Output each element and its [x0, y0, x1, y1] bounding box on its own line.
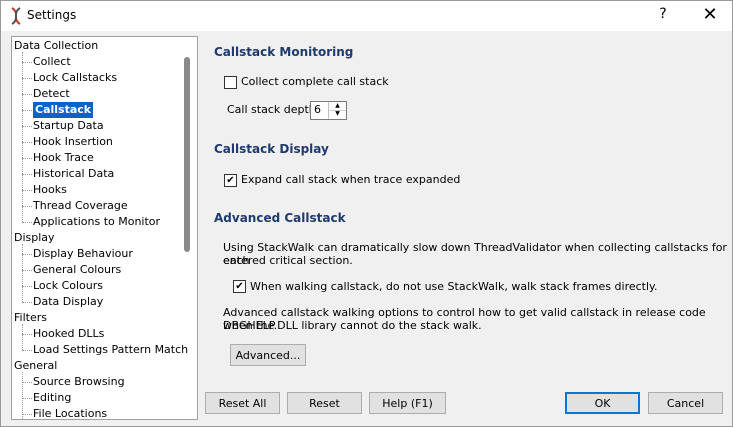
tree-connector-line [22, 244, 23, 302]
tree-connector-line [22, 302, 32, 303]
ok-button[interactable]: OK [565, 392, 640, 414]
no-stackwalk-checkbox[interactable]: ✔ [233, 280, 246, 293]
tree-connector-line [22, 158, 32, 159]
call-stack-depth-spinner[interactable]: 6 ▲ ▼ [310, 101, 347, 120]
tree-connector-line [22, 110, 32, 111]
help-question-button[interactable]: ? [655, 6, 671, 24]
reset-all-button[interactable]: Reset All [205, 392, 280, 414]
tree-item-historical-data[interactable]: Historical Data [33, 166, 114, 182]
tree-item-editing[interactable]: Editing [33, 390, 71, 406]
help-button[interactable]: Help (F1) [369, 392, 446, 414]
callstack-display-heading: Callstack Display [214, 142, 329, 156]
tree-connector-line [22, 222, 32, 223]
expand-call-stack-label: Expand call stack when trace expanded [241, 173, 461, 186]
tree-connector-line [22, 382, 32, 383]
advanced-callstack-heading: Advanced Callstack [214, 211, 346, 225]
settings-tree[interactable]: Data Collection Collect Lock Callstacks Det… [11, 36, 198, 420]
advanced-button[interactable]: Advanced... [230, 344, 306, 366]
tree-connector-line [22, 190, 32, 191]
tree-item-hooked-dlls[interactable]: Hooked DLLs [33, 326, 104, 342]
tree-connector-line [22, 174, 32, 175]
tree-connector-line [22, 324, 23, 350]
callstack-monitoring-heading: Callstack Monitoring [214, 45, 354, 59]
tree-connector-line [22, 270, 32, 271]
tree-scrollbar-thumb[interactable] [184, 57, 190, 252]
tree-connector-line [22, 398, 32, 399]
stackwalk-description-line2: entered critical section. [223, 254, 353, 267]
tree-item-lock-colours[interactable]: Lock Colours [33, 278, 103, 294]
tree-connector-line [22, 206, 32, 207]
tree-item-source-browsing[interactable]: Source Browsing [33, 374, 125, 390]
tree-category-filters[interactable]: Filters [14, 310, 47, 326]
tree-item-hooks[interactable]: Hooks [33, 182, 67, 198]
advanced-options-description-line2: DBGHELP.DLL library cannot do the stack … [223, 319, 482, 332]
title-bar: Settings ? ✕ [1, 1, 732, 31]
settings-window: Settings ? ✕ Data Collection Collect Lock … [0, 0, 733, 427]
window-title: Settings [27, 8, 77, 22]
tree-item-applications-to-monitor[interactable]: Applications to Monitor [33, 214, 160, 230]
tree-connector-line [22, 62, 32, 63]
tree-connector-line [22, 254, 32, 255]
tree-item-general-colours[interactable]: General Colours [33, 262, 121, 278]
tree-item-collect[interactable]: Collect [33, 54, 71, 70]
tree-connector-line [22, 350, 32, 351]
tree-connector-line [22, 372, 23, 419]
tree-connector-line [22, 94, 32, 95]
tree-item-thread-coverage[interactable]: Thread Coverage [33, 198, 128, 214]
expand-call-stack-checkbox[interactable]: ✔ [224, 174, 237, 187]
tree-item-startup-data[interactable]: Startup Data [33, 118, 104, 134]
tree-item-detect[interactable]: Detect [33, 86, 70, 102]
tree-category-display[interactable]: Display [14, 230, 55, 246]
tree-item-file-locations[interactable]: File Locations [33, 406, 107, 419]
close-button[interactable]: ✕ [694, 3, 726, 27]
dna-app-icon [11, 7, 21, 25]
tree-category-data-collection[interactable]: Data Collection [14, 38, 98, 54]
tree-connector-line [22, 142, 32, 143]
tree-connector-line [22, 414, 32, 415]
tree-item-hook-trace[interactable]: Hook Trace [33, 150, 94, 166]
reset-button[interactable]: Reset [287, 392, 362, 414]
spinner-down-icon[interactable]: ▼ [329, 110, 346, 118]
no-stackwalk-label: When walking callstack, do not use Stack… [250, 280, 658, 293]
collect-complete-checkbox[interactable] [224, 76, 237, 89]
tree-connector-line [22, 286, 32, 287]
tree-connector-line [22, 78, 32, 79]
call-stack-depth-value[interactable]: 6 [314, 103, 321, 116]
tree-item-load-settings-pattern-match[interactable]: Load Settings Pattern Match [33, 342, 188, 358]
call-stack-depth-label: Call stack depth [227, 103, 316, 116]
tree-item-display-behaviour[interactable]: Display Behaviour [33, 246, 133, 262]
tree-category-general[interactable]: General [14, 358, 57, 374]
tree-item-data-display[interactable]: Data Display [33, 294, 103, 310]
cancel-button[interactable]: Cancel [648, 392, 723, 414]
spinner-buttons: ▲ ▼ [328, 102, 346, 119]
tree-item-lock-callstacks[interactable]: Lock Callstacks [33, 70, 117, 86]
tree-connector-line [22, 334, 32, 335]
tree-item-callstack[interactable]: Callstack [33, 102, 94, 118]
tree-item-hook-insertion[interactable]: Hook Insertion [33, 134, 113, 150]
collect-complete-label: Collect complete call stack [241, 75, 389, 88]
tree-connector-line [22, 126, 32, 127]
